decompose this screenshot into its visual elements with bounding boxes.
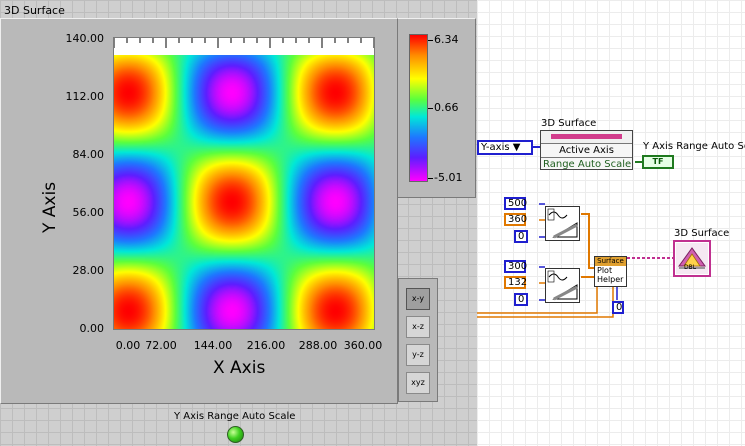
property-node-label: 3D Surface [541, 118, 597, 129]
plot-helper-header: Surface [595, 257, 626, 266]
xyz-view-button[interactable]: xyz [406, 372, 430, 394]
x-tick-label: 360.00 [343, 339, 383, 352]
y-tick-label: 140.00 [65, 32, 105, 45]
projection-ruler [114, 38, 374, 54]
ramp-tick [428, 178, 433, 179]
x-tick-label: 216.00 [246, 339, 286, 352]
ramp-tick [428, 40, 433, 41]
constant-phase-2[interactable]: 0 [514, 293, 528, 306]
sine-pattern-subvi[interactable] [545, 206, 580, 241]
auto-scale-led[interactable] [227, 426, 244, 443]
surface-plot-helper[interactable]: Surface Plot Helper [594, 256, 627, 287]
xy-projection-button[interactable]: x-y [406, 288, 430, 310]
constant-frequency[interactable]: 360 [504, 213, 527, 226]
ramp-mid-label: 0.66 [434, 101, 459, 114]
x-tick-label: 72.00 [145, 339, 177, 352]
xz-projection-button[interactable]: x-z [406, 316, 430, 338]
property-active-axis[interactable]: Active Axis [541, 143, 632, 157]
sine-pattern-subvi-2[interactable] [545, 268, 580, 303]
property-range-auto-scale[interactable]: Range Auto Scale [541, 157, 632, 171]
surface-graph-terminal[interactable]: DBL [673, 240, 711, 277]
x-axis-title: X Axis [213, 358, 266, 378]
plot-helper-line-1: Plot [597, 266, 613, 275]
surface-projection-plot[interactable] [114, 55, 374, 329]
constant-samples[interactable]: 500 [504, 197, 527, 210]
indicator-label: Y Axis Range Auto Scale [643, 141, 745, 152]
plot-index-constant[interactable]: 0 [612, 301, 624, 314]
y-tick-label: 84.00 [72, 148, 105, 161]
led-label: Y Axis Range Auto Scale [174, 411, 296, 422]
front-panel: 3D Surface 140.00 112.00 84.00 56.00 28.… [0, 0, 477, 446]
property-node-header [541, 131, 632, 143]
sine-pattern-icon [547, 270, 578, 301]
color-ramp[interactable] [409, 34, 428, 182]
y-tick-label: 0.00 [79, 322, 105, 335]
plot-helper-line-2: Helper [597, 275, 624, 284]
x-tick-label: 144.00 [193, 339, 233, 352]
refnum-bar [551, 134, 622, 139]
property-node[interactable]: Active Axis Range Auto Scale [540, 130, 633, 170]
ramp-min-label: -5.01 [434, 171, 463, 184]
constant-phase[interactable]: 0 [514, 230, 528, 243]
constant-samples-2[interactable]: 300 [504, 260, 527, 273]
constant-frequency-2[interactable]: 132 [504, 276, 527, 289]
enum-dropdown-icon: ▼ [512, 142, 521, 153]
sine-pattern-icon [547, 208, 578, 239]
yz-projection-button[interactable]: y-z [406, 344, 430, 366]
y-tick-label: 112.00 [65, 90, 105, 103]
enum-value: Y-axis [481, 142, 510, 153]
graph-label: 3D Surface [4, 4, 65, 17]
surface-terminal-label: 3D Surface [674, 228, 730, 239]
bool-indicator-terminal[interactable]: TF [642, 155, 674, 169]
ramp-max-label: 6.34 [434, 33, 459, 46]
ramp-tick [428, 108, 433, 109]
active-axis-enum[interactable]: Y-axis ▼ [477, 140, 533, 155]
surface-terminal-caption: DBL [684, 264, 697, 271]
y-tick-label: 28.00 [72, 264, 105, 277]
y-axis-title: Y Axis [40, 181, 60, 233]
